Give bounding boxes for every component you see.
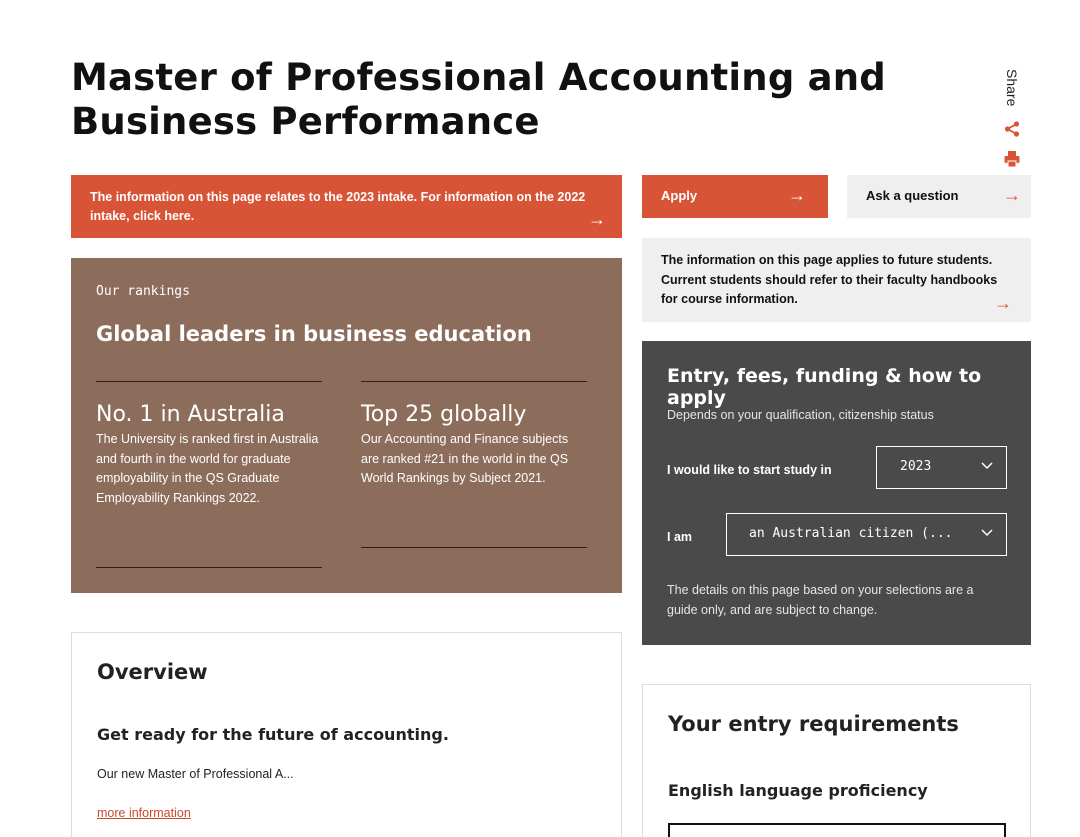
arrow-right-icon: → <box>588 209 606 229</box>
english-proficiency-select[interactable] <box>668 823 1006 837</box>
overview-excerpt: Our new Master of Professional A... <box>97 767 294 781</box>
ask-question-button[interactable]: Ask a question → <box>847 175 1031 218</box>
print-icon[interactable] <box>1003 150 1021 168</box>
ranking-description: Our Accounting and Finance subjects are … <box>361 432 569 485</box>
start-year-label: I would like to start study in <box>667 463 832 477</box>
divider <box>96 381 322 382</box>
entry-heading: Entry, fees, funding & how to apply <box>667 365 982 409</box>
arrow-right-icon: → <box>1003 185 1021 205</box>
entry-disclaimer: The details on this page based on your s… <box>667 583 974 617</box>
rankings-eyebrow: Our rankings <box>96 284 190 299</box>
ranking-item: Top 25 globally Our Accounting and Finan… <box>361 381 587 548</box>
intake-notice-text: The information on this page relates to … <box>90 190 586 223</box>
rankings-heading: Global leaders in business education <box>96 322 532 346</box>
chevron-down-icon <box>981 529 993 537</box>
share-label: Share <box>1004 69 1020 107</box>
entry-requirements-card: Your entry requirements English language… <box>642 684 1031 837</box>
future-students-text: The information on this page applies to … <box>661 253 998 306</box>
start-year-value: 2023 <box>900 459 932 474</box>
ranking-description: The University is ranked first in Austra… <box>96 432 319 505</box>
start-year-select[interactable]: 2023 <box>876 446 1007 489</box>
ranking-item: No. 1 in Australia The University is ran… <box>96 381 322 568</box>
apply-button[interactable]: Apply → <box>642 175 828 218</box>
divider <box>361 381 587 382</box>
ranking-stat: No. 1 in Australia <box>96 402 285 427</box>
overview-card: Overview Get ready for the future of acc… <box>71 632 622 837</box>
chevron-down-icon <box>981 462 993 470</box>
entry-fees-panel: Entry, fees, funding & how to apply Depe… <box>642 341 1031 645</box>
english-proficiency-heading: English language proficiency <box>668 781 928 800</box>
intake-notice-banner[interactable]: The information on this page relates to … <box>71 175 622 238</box>
page-title: Master of Professional Accounting and Bu… <box>71 56 886 143</box>
future-students-notice[interactable]: The information on this page applies to … <box>642 238 1031 322</box>
arrow-right-icon: → <box>994 292 1012 313</box>
ask-question-label: Ask a question <box>866 188 959 203</box>
status-label: I am <box>667 530 693 544</box>
citizenship-select[interactable]: an Australian citizen (... <box>726 513 1007 556</box>
divider <box>96 567 322 568</box>
share-icon[interactable] <box>1003 120 1021 138</box>
apply-button-label: Apply <box>661 188 698 203</box>
more-information-link[interactable]: more information <box>97 806 191 820</box>
arrow-right-icon: → <box>788 185 806 205</box>
requirements-heading: Your entry requirements <box>668 712 959 736</box>
citizenship-value: an Australian citizen (... <box>749 526 953 541</box>
share-rail: Share <box>996 66 1028 168</box>
rankings-panel: Our rankings Global leaders in business … <box>71 258 622 593</box>
entry-subtext: Depends on your qualification, citizensh… <box>667 408 934 422</box>
overview-subheading: Get ready for the future of accounting. <box>97 725 449 744</box>
ranking-stat: Top 25 globally <box>361 402 527 427</box>
divider <box>361 547 587 548</box>
overview-heading: Overview <box>97 660 208 684</box>
